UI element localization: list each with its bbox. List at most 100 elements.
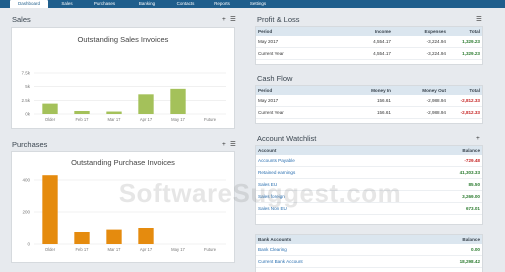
table-row: Sales foreign 3,269.00 [256, 191, 482, 203]
cash-flow-title: Cash Flow [257, 74, 293, 83]
bar[interactable] [74, 110, 90, 114]
account-link[interactable]: Bank Clearing [258, 244, 348, 256]
purchases-chart-panel: Outstanding Purchase Invoices 0 200 400 Old… [11, 151, 235, 263]
cell-value: 156.61 [376, 98, 391, 103]
bar[interactable] [106, 229, 122, 244]
cell-value: 4,554.17 [373, 51, 391, 56]
account-link[interactable]: Sales Non EU [258, 203, 348, 215]
table-row: Sales EU 85.50 [256, 179, 482, 191]
bar[interactable] [170, 88, 186, 114]
table-row: Accounts Payable -729.48 [256, 155, 482, 167]
top-navigation: Dashboard Sales Purchases Banking Contacts Re… [0, 0, 505, 8]
purchases-chart: 0 200 400 Older Feb 17 Mar 17 Apr 17 May 17 Futu… [22, 175, 226, 252]
cell-value: 0.00 [471, 247, 480, 252]
y-tick-label: 0 [27, 242, 30, 247]
table-header-row: Period Income Expenses Total [256, 27, 482, 36]
nav-item-purchases[interactable]: Purchases [88, 0, 121, 8]
row-label: May 2017 [258, 39, 279, 44]
table-header-row: Period Money In Money Out Total [256, 86, 482, 95]
cash-flow-table: Period Money In Money Out Total May 2017 156.… [255, 85, 483, 124]
bar[interactable] [74, 232, 90, 244]
x-tick-label: Feb 17 [75, 117, 89, 122]
x-tick-label: Mar 17 [107, 247, 121, 252]
table-row: May 2017 4,554.17 -3,224.94 1,329.23 [256, 36, 482, 48]
x-tick-label: Apr 17 [140, 117, 153, 122]
table-row: Retained earnings 41,303.33 [256, 167, 482, 179]
sales-chart-panel: Outstanding Sales Invoices 0k 2.5k 5k 7.5k O… [11, 27, 235, 129]
plus-icon[interactable]: + [476, 135, 480, 142]
purchases-section-title: Purchases [12, 140, 48, 149]
menu-icon[interactable]: ☰ [230, 16, 236, 23]
plus-icon[interactable]: + [222, 16, 226, 23]
table-row: Bank Clearing 0.00 [256, 244, 482, 256]
column-header: Account [258, 148, 277, 153]
nav-item-settings[interactable]: Settings [246, 0, 270, 8]
table-row: Current Year 156.61 -2,988.94 -2,812.33 [256, 107, 482, 119]
account-link[interactable]: Retained earnings [258, 167, 348, 179]
x-tick-label: May 17 [171, 117, 185, 122]
cell-value: 3,269.00 [462, 194, 480, 199]
column-header: Balance [462, 237, 480, 242]
column-header: Balance [462, 148, 480, 153]
cell-value: 673.01 [465, 206, 480, 211]
account-link[interactable]: Current Bank Account [258, 256, 348, 268]
plus-icon[interactable]: + [222, 141, 226, 148]
row-label: Current Year [258, 51, 284, 56]
bank-accounts-table: Bank Accounts Balance Bank Clearing 0.00 Cur… [255, 234, 483, 272]
row-label: Current Year [258, 110, 284, 115]
cell-value: 18,298.42 [459, 259, 480, 264]
account-link[interactable]: Accounts Payable [258, 155, 348, 167]
account-link[interactable]: Sales foreign [258, 191, 348, 203]
cell-value: 156.61 [376, 110, 391, 115]
cell-value: 1,329.23 [462, 51, 480, 56]
x-tick-label: Apr 17 [140, 247, 153, 252]
menu-icon[interactable]: ☰ [476, 16, 482, 23]
table-header-row: Bank Accounts Balance [256, 235, 482, 244]
y-tick-label: 2.5k [21, 98, 30, 103]
y-tick-label: 0k [25, 112, 31, 117]
bar[interactable] [138, 228, 154, 244]
x-tick-label: Future [204, 117, 217, 122]
nav-item-reports[interactable]: Reports [211, 0, 233, 8]
bar[interactable] [106, 111, 122, 114]
cell-value: 85.50 [468, 182, 481, 187]
bar[interactable] [42, 175, 58, 244]
nav-item-contacts[interactable]: Contacts [172, 0, 199, 8]
bar[interactable] [138, 94, 154, 114]
column-header: Period [258, 88, 273, 93]
table-row: Current Year 4,554.17 -3,224.94 1,329.23 [256, 48, 482, 60]
x-tick-label: Older [45, 247, 56, 252]
menu-icon[interactable]: ☰ [230, 141, 236, 148]
nav-item-dashboard[interactable]: Dashboard [10, 0, 48, 8]
column-header: Bank Accounts [258, 237, 292, 242]
x-tick-label: Older [45, 117, 56, 122]
account-link[interactable]: Sales EU [258, 179, 348, 191]
profit-loss-table: Period Income Expenses Total May 2017 4,554.1… [255, 26, 483, 65]
table-row: Current Bank Account 18,298.42 [256, 256, 482, 268]
y-tick-label: 7.5k [21, 71, 30, 76]
cell-value: 4,554.17 [373, 39, 391, 44]
nav-item-banking[interactable]: Banking [135, 0, 159, 8]
x-tick-label: May 17 [171, 247, 185, 252]
column-header: Period [258, 29, 273, 34]
cell-value: 1,329.23 [462, 39, 480, 44]
account-watchlist-title: Account Watchlist [257, 134, 317, 143]
bar[interactable] [42, 103, 58, 114]
column-header: Money In [371, 88, 391, 93]
table-row: May 2017 156.61 -2,988.94 -2,812.33 [256, 95, 482, 107]
cell-value: -729.48 [464, 158, 480, 163]
column-header: Total [469, 88, 480, 93]
account-watchlist-table: Account Balance Accounts Payable -729.48 Ret… [255, 145, 483, 225]
cell-value: 41,303.33 [459, 170, 480, 175]
y-tick-label: 400 [22, 178, 30, 183]
nav-item-sales[interactable]: Sales [57, 0, 77, 8]
table-row: Sales Non EU 673.01 [256, 203, 482, 215]
table-header-row: Account Balance [256, 146, 482, 155]
sales-chart: 0k 2.5k 5k 7.5k Older Feb 17 Mar 17 Apr 17 May 1… [21, 71, 226, 122]
column-header: Income [374, 29, 391, 34]
x-tick-label: Feb 17 [75, 247, 89, 252]
cell-value: -2,812.33 [460, 110, 480, 115]
sales-section-title: Sales [12, 15, 31, 24]
profit-loss-title: Profit & Loss [257, 15, 300, 24]
row-label: May 2017 [258, 98, 279, 103]
